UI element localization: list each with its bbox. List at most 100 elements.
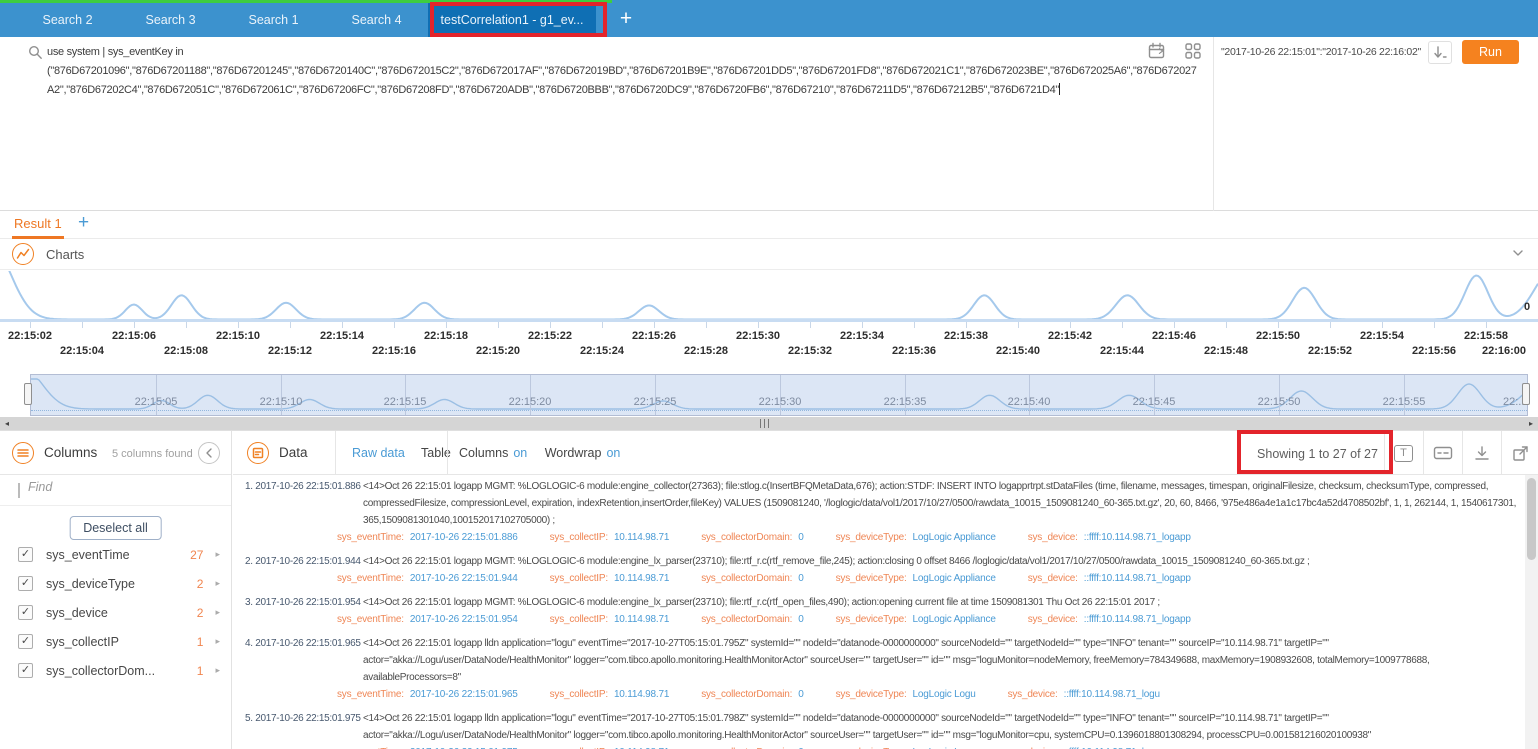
scrollbar-grip[interactable] [760,419,771,428]
chevron-right-icon[interactable]: ▸ [215,578,220,589]
charts-section-header[interactable]: Charts [0,239,1538,270]
column-item-sys-device[interactable]: ✓ sys_device 2 ▸ [0,598,232,627]
scroll-right-arrow-icon[interactable]: ▸ [1524,417,1538,430]
time-picker-button[interactable] [1428,41,1452,64]
x-axis-tick [810,322,811,328]
x-tick-label: 22:15:12 [267,345,313,357]
columns-toggle[interactable]: Columns on [459,446,527,460]
columns-toggle-state: on [513,446,528,460]
log-field-value: 10.114.98.71 [613,573,670,584]
log-field-value: ::ffff:10.114.98.71_logu [1063,689,1160,700]
log-field-key: sys_eventTime: [337,614,404,625]
log-field-value: ::ffff:10.114.98.71_logapp [1083,614,1191,625]
column-name: sys_collectorDom... [46,663,156,678]
x-axis-tick [1226,322,1227,328]
log-field-value: 10.114.98.71 [613,689,670,700]
raw-data-list[interactable]: 1. 2017-10-26 22:15:01.886 <14>Oct 26 22:… [233,475,1524,749]
calendar-icon[interactable] [1148,42,1168,61]
log-field-value: 2017-10-26 22:15:01.954 [409,614,518,625]
scroll-left-arrow-icon[interactable]: ◂ [0,417,14,430]
log-field: sys_collectIP: 10.114.98.71 [550,614,670,625]
brush-handle-right[interactable] [1522,383,1530,405]
log-field-value: ::ffff:10.114.98.71_logapp [1083,573,1191,584]
run-button[interactable]: Run [1462,40,1519,64]
new-search-tab-button[interactable]: + [612,4,640,36]
x-tick-label: 22:15:40 [995,345,1041,357]
brush-tick-label: 22:15:20 [508,396,552,408]
log-fields: sys_eventTime: 2017-10-26 22:15:01.954 sys… [337,611,1520,628]
x-axis-tick [1330,322,1331,328]
brush-selection[interactable]: 22:15:05 22:15:10 22:15:15 22:15:20 22:15:25… [30,374,1528,416]
open-external-button[interactable] [1501,431,1538,475]
x-axis-tick [1382,322,1383,328]
log-field: sys_deviceType: LogLogic Appliance [836,614,996,625]
log-field-key: sys_deviceType: [835,614,907,625]
x-axis-tick [862,322,863,328]
log-fields: sys_eventTime: 2017-10-26 22:15:01.965 sys… [337,686,1520,703]
checkbox-checked-icon[interactable]: ✓ [18,634,33,649]
text-size-button[interactable]: T [1384,431,1423,475]
column-item-sys-eventtime[interactable]: ✓ sys_eventTime 27 ▸ [0,540,232,569]
text-caret [1059,83,1061,95]
checkbox-checked-icon[interactable]: ✓ [18,576,33,591]
brush-handle-left[interactable] [24,383,32,405]
x-axis-tick [706,322,707,328]
timeline-chart[interactable] [0,271,1538,323]
row-details-button[interactable] [1423,431,1462,475]
x-axis-tick [1122,322,1123,328]
log-field-key: sys_collectorDomain: [701,573,793,584]
log-field-key: sys_collectIP: [549,689,609,700]
x-axis-tick [134,322,135,328]
collapse-panel-icon[interactable] [198,442,220,464]
apps-grid-icon[interactable] [1184,42,1203,61]
tab-search-1[interactable]: Search 1 [222,3,325,37]
chevron-right-icon[interactable]: ▸ [215,665,220,676]
tab-search-2[interactable]: Search 2 [16,3,119,37]
collapse-charts-icon[interactable] [1512,249,1524,257]
find-input[interactable] [28,480,208,494]
checkbox-checked-icon[interactable]: ✓ [18,663,33,678]
chevron-right-icon[interactable]: ▸ [215,636,220,647]
brush-tick-label: 22:15:30 [758,396,802,408]
x-axis-tick [550,322,551,328]
log-field-key: sys_collectIP: [549,614,609,625]
tab-search-3[interactable]: Search 3 [119,3,222,37]
scrollbar-thumb[interactable] [1527,478,1536,560]
timeline-brush[interactable]: 22:15:05 22:15:10 22:15:15 22:15:20 22:15:25… [0,374,1538,416]
checkbox-checked-icon[interactable]: ✓ [18,605,33,620]
chevron-right-icon[interactable]: ▸ [215,607,220,618]
tab-raw-data[interactable]: Raw data [352,446,405,460]
query-input[interactable]: use system | sys_eventKey in ("876D67201… [47,43,1202,100]
vertical-scrollbar[interactable] [1525,475,1538,749]
divider [1213,37,1214,211]
deselect-all-button[interactable]: Deselect all [69,516,162,540]
log-field: sys_eventTime: 2017-10-26 22:15:01.954 [337,614,518,625]
log-field: sys_device:::ffff:10.114.98.71_logapp [1028,573,1191,584]
log-field-key: sys_deviceType: [835,532,907,543]
add-result-tab-button[interactable]: + [78,212,89,234]
x-tick-label: 22:15:48 [1203,345,1249,357]
x-tick-label: 22:15:16 [371,345,417,357]
x-axis-tick [654,322,655,328]
log-field-value: 2017-10-26 22:15:01.944 [409,573,518,584]
tab-result-1[interactable]: Result 1 [14,216,62,231]
tab-search-4[interactable]: Search 4 [325,3,428,37]
chart-axis-ticks [0,322,1538,329]
brush-tick-label: 22:15:10 [259,396,303,408]
x-axis-tick [1070,322,1071,328]
horizontal-scrollbar[interactable]: ◂ ▸ [0,417,1538,430]
checkbox-checked-icon[interactable]: ✓ [18,547,33,562]
chevron-right-icon[interactable]: ▸ [215,549,220,560]
log-row-5: 5. 2017-10-26 22:15:01.975 <14>Oct 26 22:… [233,710,1524,749]
column-item-sys-collectip[interactable]: ✓ sys_collectIP 1 ▸ [0,627,232,656]
column-item-sys-collectordom[interactable]: ✓ sys_collectorDom... 1 ▸ [0,656,232,685]
column-count: 27 [190,547,204,562]
column-item-sys-devicetype[interactable]: ✓ sys_deviceType 2 ▸ [0,569,232,598]
wordwrap-toggle[interactable]: Wordwrap on [545,446,621,460]
log-field: sys_collectorDomain: 0 [701,532,804,543]
tab-testcorrelation1-g1-ev[interactable]: testCorrelation1 - g1_ev... [428,3,596,37]
log-field-key: sys_collectorDomain: [701,614,793,625]
log-row-timestamp: 2. 2017-10-26 22:15:01.944 [245,556,361,567]
time-range-input[interactable]: "2017-10-26 22:15:01":"2017-10-26 22:16:… [1221,46,1425,58]
download-button[interactable] [1462,431,1501,475]
